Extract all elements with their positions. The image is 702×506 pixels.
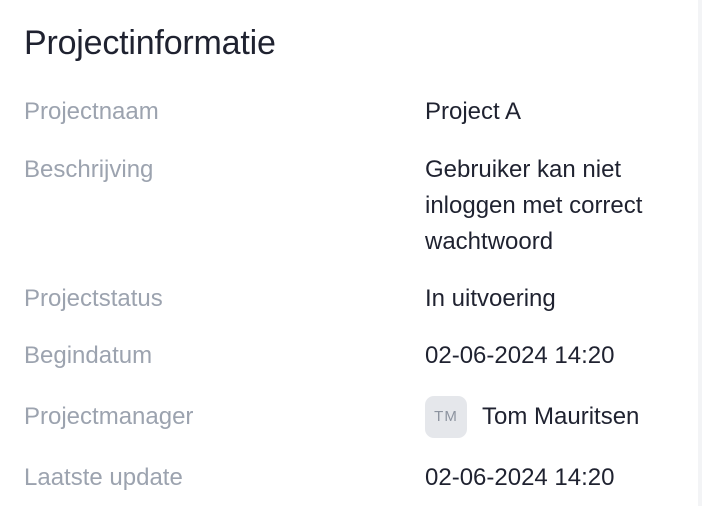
panel-edge-divider [698,0,702,506]
field-value-status: In uitvoering [425,285,556,312]
field-value-start-date: 02-06-2024 14:20 [425,342,615,369]
manager-name: Tom Mauritsen [482,403,640,430]
panel-title: Projectinformatie [24,24,276,62]
avatar: TM [425,396,467,438]
field-label-manager: Projectmanager [24,403,194,430]
project-info-panel: Projectinformatie Projectnaam Project A … [0,0,698,506]
manager-user-chip[interactable]: TM Tom Mauritsen [425,396,690,438]
field-value-description: Gebruiker kan niet inloggen met correct … [425,156,643,255]
field-label-last-update: Laatste update [24,464,183,491]
field-value-last-update: 02-06-2024 14:20 [425,464,615,491]
field-label-description: Beschrijving [24,156,154,183]
field-label-start-date: Begindatum [24,342,153,369]
field-label-project-name: Projectnaam [24,98,159,125]
field-value-project-name: Project A [425,98,522,125]
field-label-status: Projectstatus [24,285,163,312]
